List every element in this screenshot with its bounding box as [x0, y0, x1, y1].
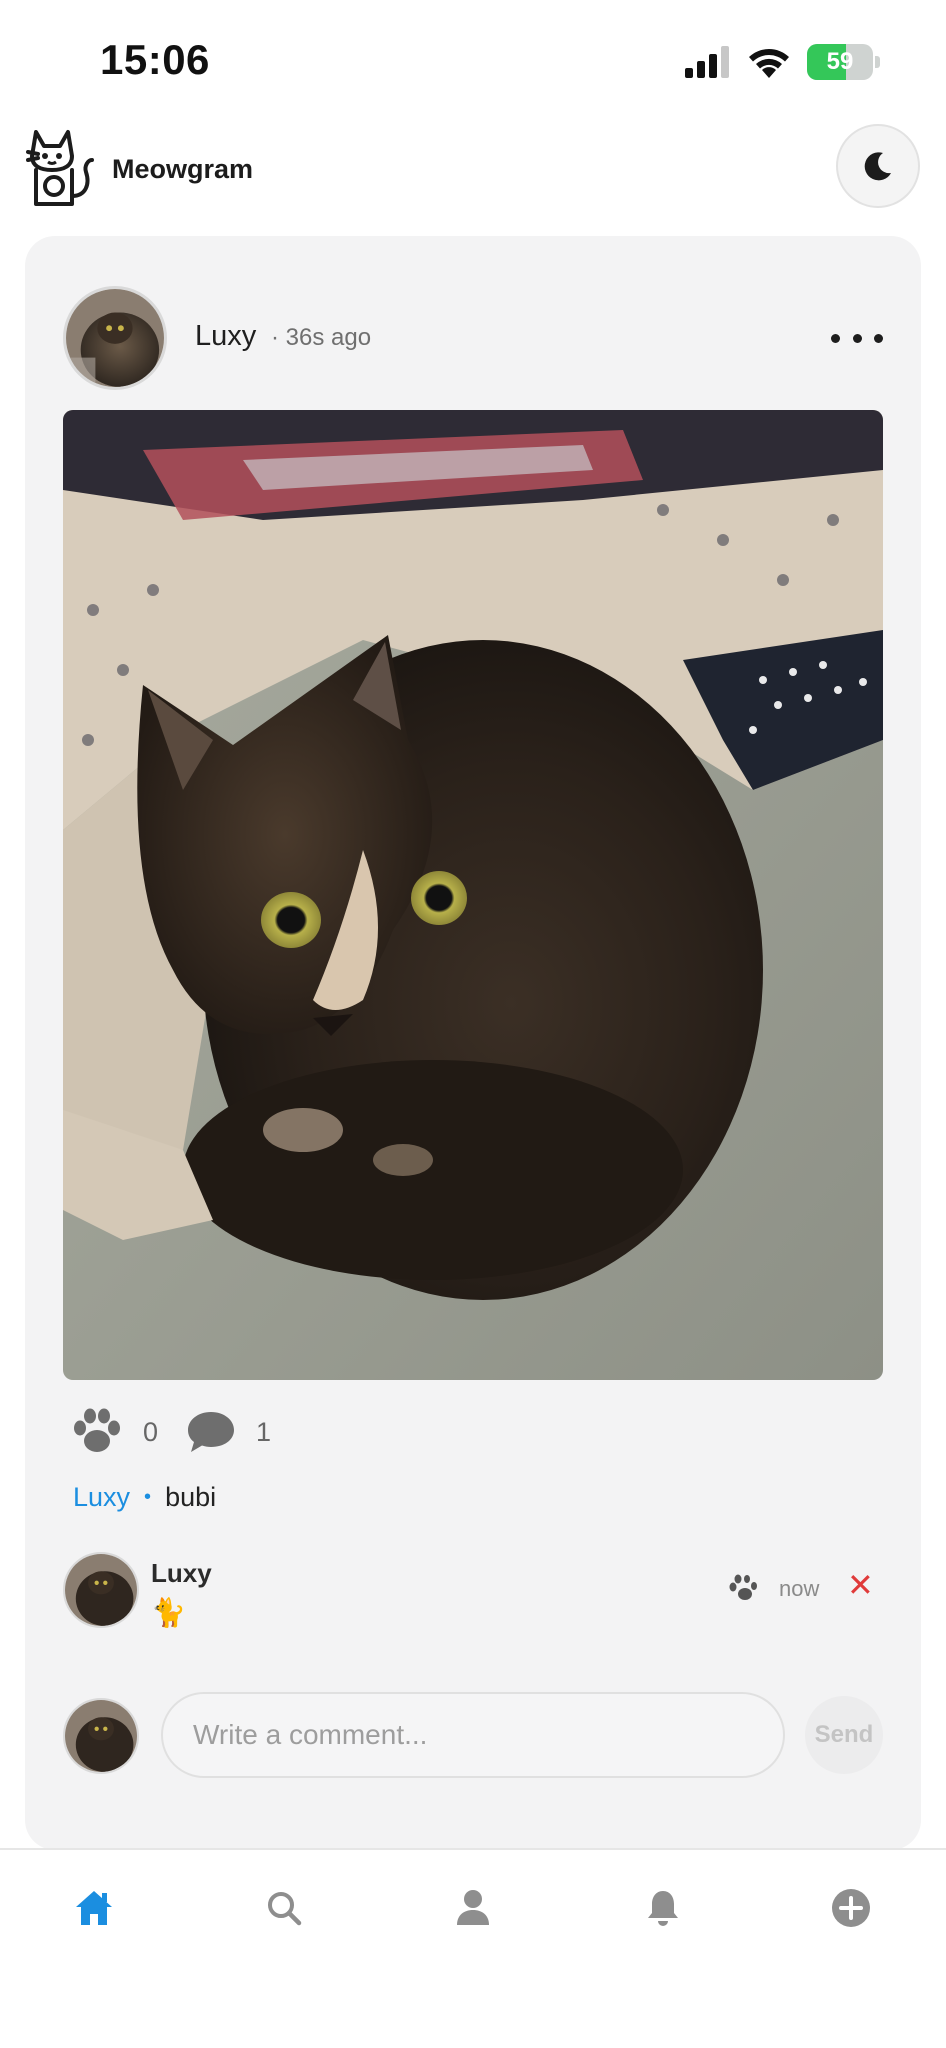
- delete-comment-button[interactable]: ✕: [847, 1566, 874, 1604]
- profile-icon: [457, 1890, 489, 1925]
- cat-logo-icon[interactable]: [26, 126, 98, 208]
- comment-text: 🐈: [151, 1597, 186, 1628]
- more-options-button[interactable]: [831, 326, 883, 350]
- paw-like-icon[interactable]: [71, 1408, 123, 1456]
- comment-input[interactable]: [161, 1692, 785, 1778]
- current-user-avatar: [63, 1698, 139, 1774]
- post-author[interactable]: Luxy: [195, 320, 256, 353]
- comments-count: 1: [256, 1416, 272, 1447]
- battery-percent: 59: [826, 48, 854, 75]
- author-avatar[interactable]: [63, 286, 167, 390]
- status-time: 15:06: [100, 36, 210, 83]
- bell-icon: [648, 1891, 678, 1926]
- post-caption: Luxy • bubi: [73, 1482, 216, 1513]
- comment-item: Luxy 🐈 now ✕: [63, 1552, 883, 1632]
- nav-create-post[interactable]: [821, 1878, 881, 1938]
- comment-author[interactable]: Luxy: [151, 1558, 212, 1589]
- dot-icon: [831, 333, 840, 343]
- wifi-icon: [749, 49, 789, 78]
- battery-indicator: 59: [807, 44, 873, 80]
- comment-time: now: [779, 1576, 820, 1601]
- post-card: Luxy · 36s ago 0 1 Luxy • bubi Luxy 🐈 no…: [25, 236, 921, 1850]
- nav-search[interactable]: [254, 1878, 314, 1938]
- status-icons: 59: [685, 44, 880, 80]
- theme-toggle-button[interactable]: [836, 124, 920, 208]
- post-header: Luxy · 36s ago: [63, 286, 883, 390]
- bottom-navigation: [0, 1848, 946, 2048]
- send-comment-button[interactable]: Send: [805, 1696, 883, 1774]
- likes-count: 0: [143, 1416, 159, 1447]
- app-header: Meowgram: [0, 120, 946, 224]
- dot-icon: [874, 333, 883, 343]
- caption-separator: •: [144, 1486, 152, 1508]
- paw-like-icon[interactable]: [727, 1574, 757, 1602]
- post-photo[interactable]: [63, 410, 883, 1380]
- caption-author[interactable]: Luxy: [73, 1482, 130, 1513]
- caption-text: bubi: [165, 1482, 217, 1512]
- dot-icon: [852, 333, 862, 343]
- nav-profile[interactable]: [443, 1878, 503, 1938]
- moon-icon: [864, 152, 891, 181]
- post-time: · 36s ago: [271, 324, 372, 351]
- signal-icon: [685, 46, 729, 78]
- commenter-avatar[interactable]: [63, 1552, 139, 1628]
- nav-home[interactable]: [64, 1878, 124, 1938]
- nav-notifications[interactable]: [633, 1878, 693, 1938]
- post-actions: 0 1: [71, 1404, 299, 1460]
- plus-circle-icon: [832, 1889, 870, 1927]
- app-name: Meowgram: [112, 154, 254, 184]
- search-icon: [268, 1892, 302, 1926]
- comment-composer: Send: [63, 1692, 883, 1782]
- home-icon: [76, 1891, 112, 1925]
- status-bar: 15:06 59: [0, 0, 946, 120]
- comment-icon[interactable]: [186, 1410, 236, 1454]
